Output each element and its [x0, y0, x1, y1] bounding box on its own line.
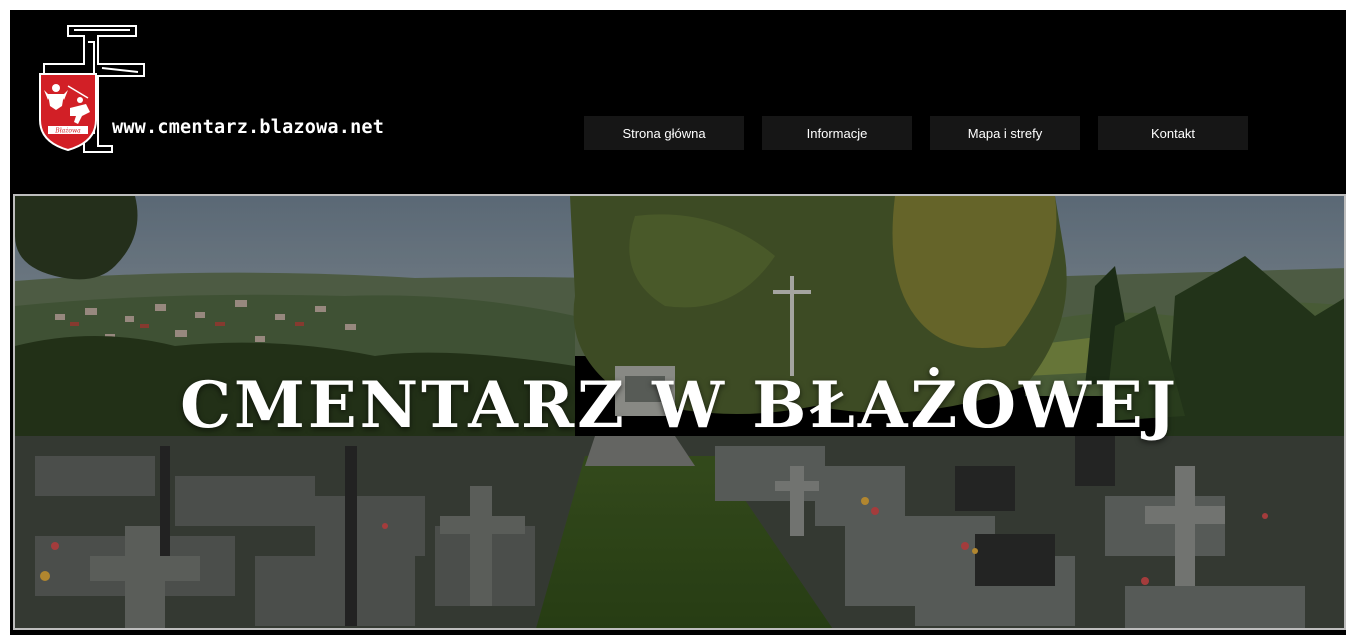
site-url[interactable]: www.cmentarz.blazowa.net: [112, 117, 384, 138]
hero-banner: CMENTARZ W BŁAŻOWEJ: [13, 194, 1346, 630]
nav-item-home[interactable]: Strona główna: [584, 116, 744, 150]
nav-item-info[interactable]: Informacje: [762, 116, 912, 150]
nav-item-contact[interactable]: Kontakt: [1098, 116, 1248, 150]
hero-title: CMENTARZ W BŁAŻOWEJ: [180, 368, 1179, 443]
svg-text:Błażowa: Błażowa: [54, 128, 81, 135]
page-frame: Błażowa www.cmentarz.blazowa.net Strona …: [10, 10, 1346, 635]
nav-item-map[interactable]: Mapa i strefy: [930, 116, 1080, 150]
